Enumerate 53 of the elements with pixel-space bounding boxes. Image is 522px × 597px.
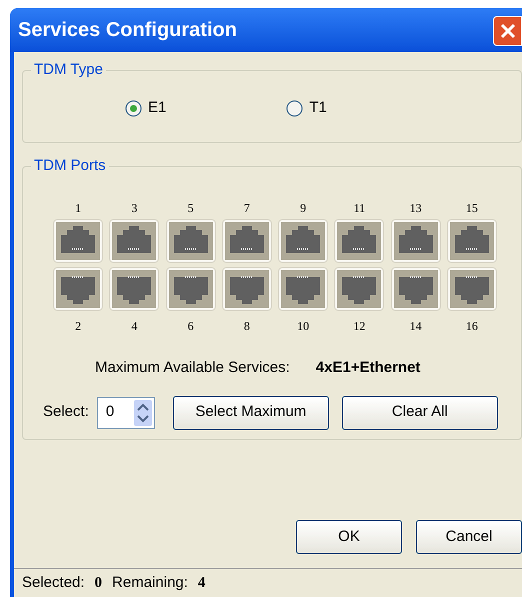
ethernet-port-icon[interactable]: [166, 219, 216, 263]
port-number: 11: [352, 200, 366, 217]
port-number: 3: [130, 200, 138, 217]
port-number: 7: [242, 200, 251, 217]
port-number: 8: [242, 318, 251, 335]
max-services-value: 4xE1+Ethernet: [316, 358, 420, 378]
ethernet-port-icon[interactable]: [446, 219, 497, 263]
ethernet-port-icon[interactable]: [278, 219, 328, 263]
ethernet-port-icon[interactable]: [109, 267, 160, 311]
port-number: 2: [74, 318, 82, 335]
radio-option[interactable]: T1: [286, 97, 327, 120]
ethernet-port-icon[interactable]: [222, 219, 272, 263]
status-value: 4: [198, 574, 206, 593]
spinner-arrows-icon: [134, 400, 152, 426]
window-title: Services Configuration: [18, 18, 237, 43]
radio-icon: [286, 100, 304, 117]
port-number: 1: [74, 200, 82, 217]
ethernet-port-icon[interactable]: [278, 267, 328, 311]
port-number: 15: [464, 200, 479, 217]
ethernet-port-icon[interactable]: [166, 267, 216, 311]
close-icon: [500, 23, 516, 39]
close-button[interactable]: [493, 16, 522, 46]
push-button[interactable]: Select Maximum: [172, 396, 329, 430]
group-title: TDM Type: [31, 61, 106, 79]
port-number: 13: [408, 200, 423, 217]
ethernet-port-icon[interactable]: [334, 219, 384, 263]
push-button[interactable]: Clear All: [342, 396, 498, 430]
status-label: Selected:: [22, 572, 85, 593]
radio-option[interactable]: E1: [125, 97, 166, 120]
port-number: 9: [299, 200, 308, 217]
push-button[interactable]: OK: [296, 520, 402, 554]
status-label: Remaining:: [112, 572, 188, 593]
port-number: 16: [464, 318, 479, 335]
max-services-label: Maximum Available Services:: [95, 358, 290, 378]
ethernet-port-icon[interactable]: [109, 219, 160, 263]
port-number: 5: [186, 200, 195, 217]
status-value: 0: [94, 574, 102, 593]
ethernet-port-icon[interactable]: [446, 267, 497, 311]
select-label: Select:: [43, 402, 89, 422]
ethernet-port-icon[interactable]: [53, 267, 103, 311]
port-number: 14: [408, 318, 423, 335]
port-number: 6: [186, 318, 195, 335]
ethernet-port-icon[interactable]: [334, 267, 384, 311]
port-number: 4: [130, 318, 138, 335]
ethernet-port-icon[interactable]: [222, 267, 272, 311]
port-number: 10: [296, 318, 310, 335]
select-spinner[interactable]: 0: [96, 396, 155, 428]
port-number: 12: [352, 318, 366, 335]
ethernet-port-icon[interactable]: [390, 267, 440, 311]
radio-icon: [125, 100, 142, 117]
push-button[interactable]: Cancel: [416, 520, 522, 554]
ethernet-port-icon[interactable]: [53, 219, 103, 263]
ethernet-port-icon[interactable]: [390, 219, 440, 263]
